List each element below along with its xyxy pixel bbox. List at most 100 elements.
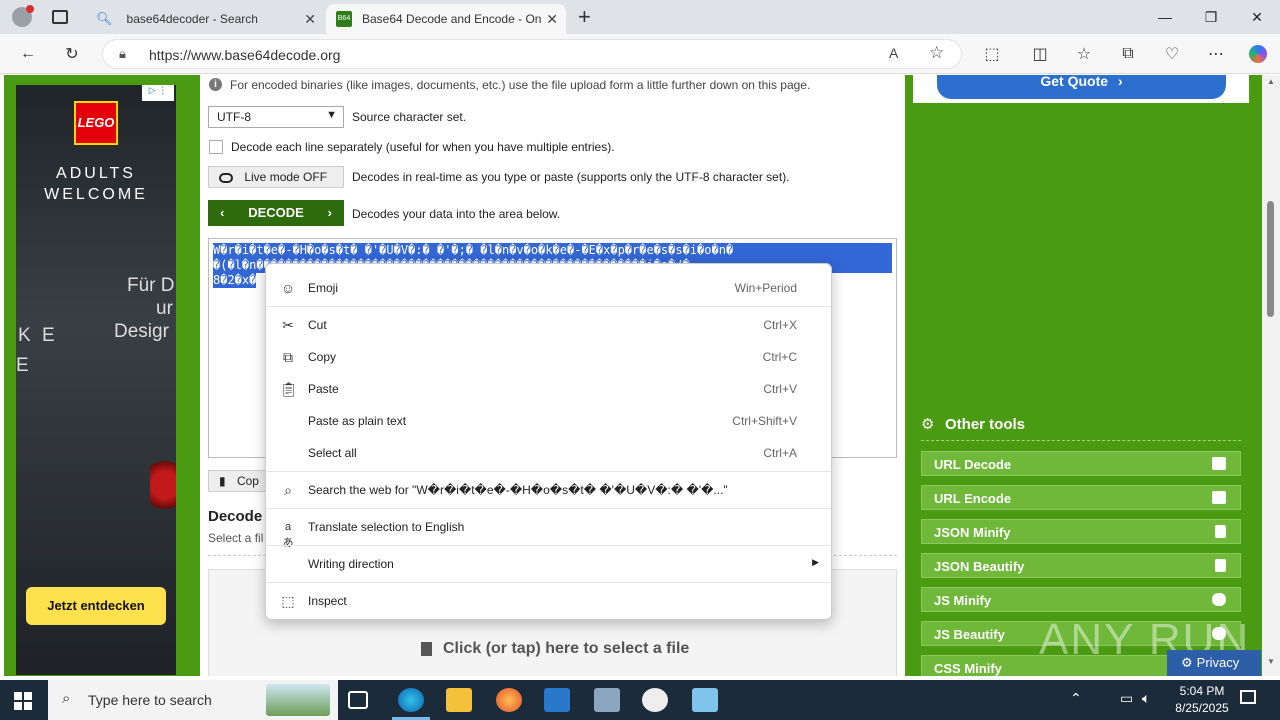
ad-tagline-2: WELCOME — [44, 186, 148, 203]
browser-titlebar: 🔍︎ base64decoder - Search ✕ B64 Base64 D… — [0, 0, 1280, 34]
read-aloud-icon[interactable]: A — [889, 45, 898, 61]
ad-text-fragment: ur — [156, 298, 173, 319]
get-quote-label: Get Quote — [1040, 75, 1109, 89]
tool-url-encode[interactable]: URL Encode — [921, 485, 1241, 510]
favorite-star-icon[interactable]: ☆ — [929, 43, 944, 63]
close-window-button[interactable]: ✕ — [1234, 0, 1280, 34]
powershell-icon[interactable] — [544, 688, 570, 712]
decode-lines-checkbox[interactable] — [209, 140, 223, 154]
emoji-icon: ☺ — [280, 280, 296, 296]
tab-search[interactable]: 🔍︎ base64decoder - Search ✕ — [86, 4, 324, 34]
tool-url-decode[interactable]: URL Decode — [921, 451, 1241, 476]
taskbar-search-box[interactable]: ⌕ Type here to search — [48, 680, 338, 720]
menu-item-cut[interactable]: ✂ Cut Ctrl+X — [266, 309, 831, 341]
menu-item-emoji[interactable]: ☺ Emoji Win+Period — [266, 272, 831, 304]
chevron-up-icon[interactable]: ⌃ — [1070, 690, 1082, 707]
firefox-icon[interactable] — [496, 688, 522, 712]
task-view-icon[interactable] — [348, 691, 368, 709]
tab-base64[interactable]: B64 Base64 Decode and Encode - Onl ✕ — [326, 4, 566, 34]
output-line: 8�2�x� — [213, 273, 257, 288]
menu-separator — [266, 508, 831, 509]
tool-label: JSON Beautify — [934, 559, 1025, 574]
live-mode-toggle[interactable]: Live mode OFF — [208, 166, 344, 188]
file-explorer-icon[interactable] — [446, 688, 472, 712]
tool-js-minify[interactable]: JS Minify — [921, 587, 1241, 612]
chevron-right-icon: › — [327, 205, 332, 220]
reload-icon[interactable]: ↻ — [58, 40, 86, 68]
info-text: For encoded binaries (like images, docum… — [230, 78, 811, 92]
performance-icon[interactable]: ♡ — [1158, 40, 1186, 68]
menu-item-inspect[interactable]: ⬚ Inspect — [266, 585, 831, 617]
address-bar[interactable]: 🔒︎ https://www.base64decode.org A ☆ — [102, 39, 962, 69]
new-tab-button[interactable]: + — [578, 4, 591, 30]
minimize-button[interactable]: — — [1142, 0, 1188, 34]
menu-item-paste[interactable]: 📋︎ Paste Ctrl+V — [266, 373, 831, 405]
lock-icon[interactable]: 🔒︎ — [119, 46, 126, 62]
menu-label: Translate selection to English — [308, 520, 465, 534]
menu-item-copy[interactable]: ⧉ Copy Ctrl+C — [266, 341, 831, 373]
tool-label: JSON Minify — [934, 525, 1011, 540]
menu-item-select-all[interactable]: Select all Ctrl+A — [266, 437, 831, 469]
volume-icon[interactable]: 🔈︎ — [1142, 690, 1150, 707]
menu-item-writing-direction[interactable]: Writing direction ▶ — [266, 548, 831, 580]
restore-button[interactable]: ❐ — [1188, 0, 1234, 34]
output-line: W�r�i�t�e�-�H�o�s�t� �'�U�V�:� �'�;� �l�… — [213, 243, 892, 258]
menu-item-paste-plain[interactable]: Paste as plain text Ctrl+Shift+V — [266, 405, 831, 437]
tool-label: JS Minify — [934, 593, 992, 608]
close-tab-icon[interactable]: ✕ — [304, 11, 316, 28]
decode-button[interactable]: ‹ DECODE › — [208, 200, 344, 226]
envelope-open-icon — [1212, 457, 1226, 470]
split-screen-icon[interactable]: ◫ — [1026, 40, 1054, 68]
tool-json-minify[interactable]: JSON Minify — [921, 519, 1241, 544]
edge-taskbar-icon[interactable] — [398, 688, 424, 712]
menu-item-search-web[interactable]: ⌕ Search the web for "W�r�i�t�e�-�H�o�s�t… — [266, 474, 831, 506]
ad-cta-button[interactable]: Jetzt entdecken — [26, 587, 166, 625]
tool-label: JS Beautify — [934, 627, 1005, 642]
ad-choices-icon[interactable]: ▷ ⋮ — [142, 85, 174, 101]
tab-actions-icon[interactable] — [52, 10, 68, 24]
menu-label: Copy — [308, 350, 337, 364]
menu-label: Search the web for "W�r�i�t�e�-�H�o�s�t�… — [308, 483, 728, 497]
file-icon — [1215, 559, 1226, 572]
gear-icon: ⚙ — [921, 416, 935, 433]
profile-icon[interactable] — [12, 5, 34, 27]
chevron-left-icon: ‹ — [220, 205, 225, 220]
live-mode-label: Live mode OFF — [244, 170, 328, 184]
chevron-right-icon: › — [1117, 75, 1123, 89]
clock-date[interactable]: 8/25/2025 — [1166, 701, 1238, 715]
charset-select[interactable]: UTF-8 ▼ — [208, 106, 344, 128]
page-scrollbar[interactable]: ▲ ▼ — [1262, 75, 1280, 676]
menu-label: Inspect — [308, 594, 347, 608]
tool-json-beautify[interactable]: JSON Beautify — [921, 553, 1241, 578]
ad-text-fragment: E — [16, 355, 29, 376]
close-tab-icon[interactable]: ✕ — [546, 11, 558, 28]
menu-label: Emoji — [308, 281, 339, 295]
chevron-down-icon: ▼ — [326, 109, 337, 121]
get-quote-button[interactable]: Get Quote › — [937, 75, 1226, 99]
notepad-icon[interactable] — [692, 688, 718, 712]
scrollbar-thumb[interactable] — [1267, 201, 1274, 317]
scroll-down-icon[interactable]: ▼ — [1267, 657, 1275, 666]
app-icon[interactable] — [594, 688, 620, 712]
more-menu-icon[interactable]: ⋯ — [1202, 40, 1230, 68]
lego-ad[interactable]: ▷ ⋮ LEGO ADULTS WELCOME Für D ur Desigr … — [16, 85, 176, 675]
notifications-icon[interactable] — [1240, 690, 1256, 704]
scroll-up-icon[interactable]: ▲ — [1267, 77, 1275, 86]
copilot-icon[interactable] — [1244, 40, 1272, 68]
extensions-icon[interactable]: ⬚ — [978, 40, 1006, 68]
search-highlight-image — [266, 684, 330, 716]
clock-time[interactable]: 5:04 PM — [1172, 684, 1232, 698]
back-icon[interactable]: ← — [14, 40, 42, 68]
upload-label: Click (or tap) here to select a file — [443, 640, 690, 657]
menu-item-translate[interactable]: aあ Translate selection to English — [266, 511, 831, 549]
clock-app-icon[interactable] — [642, 688, 668, 712]
collections-icon[interactable]: ⧉ — [1114, 40, 1142, 68]
live-mode-desc: Decodes in real-time as you type or past… — [352, 170, 790, 184]
favorites-icon[interactable]: ☆ — [1070, 40, 1098, 68]
privacy-badge[interactable]: ⚙ Privacy — [1167, 650, 1261, 676]
tools-divider — [921, 440, 1241, 441]
network-icon[interactable]: ▭ — [1120, 690, 1133, 707]
submenu-arrow-icon: ▶ — [812, 557, 819, 567]
file-icon — [421, 642, 432, 656]
windows-start-icon[interactable] — [14, 692, 32, 710]
